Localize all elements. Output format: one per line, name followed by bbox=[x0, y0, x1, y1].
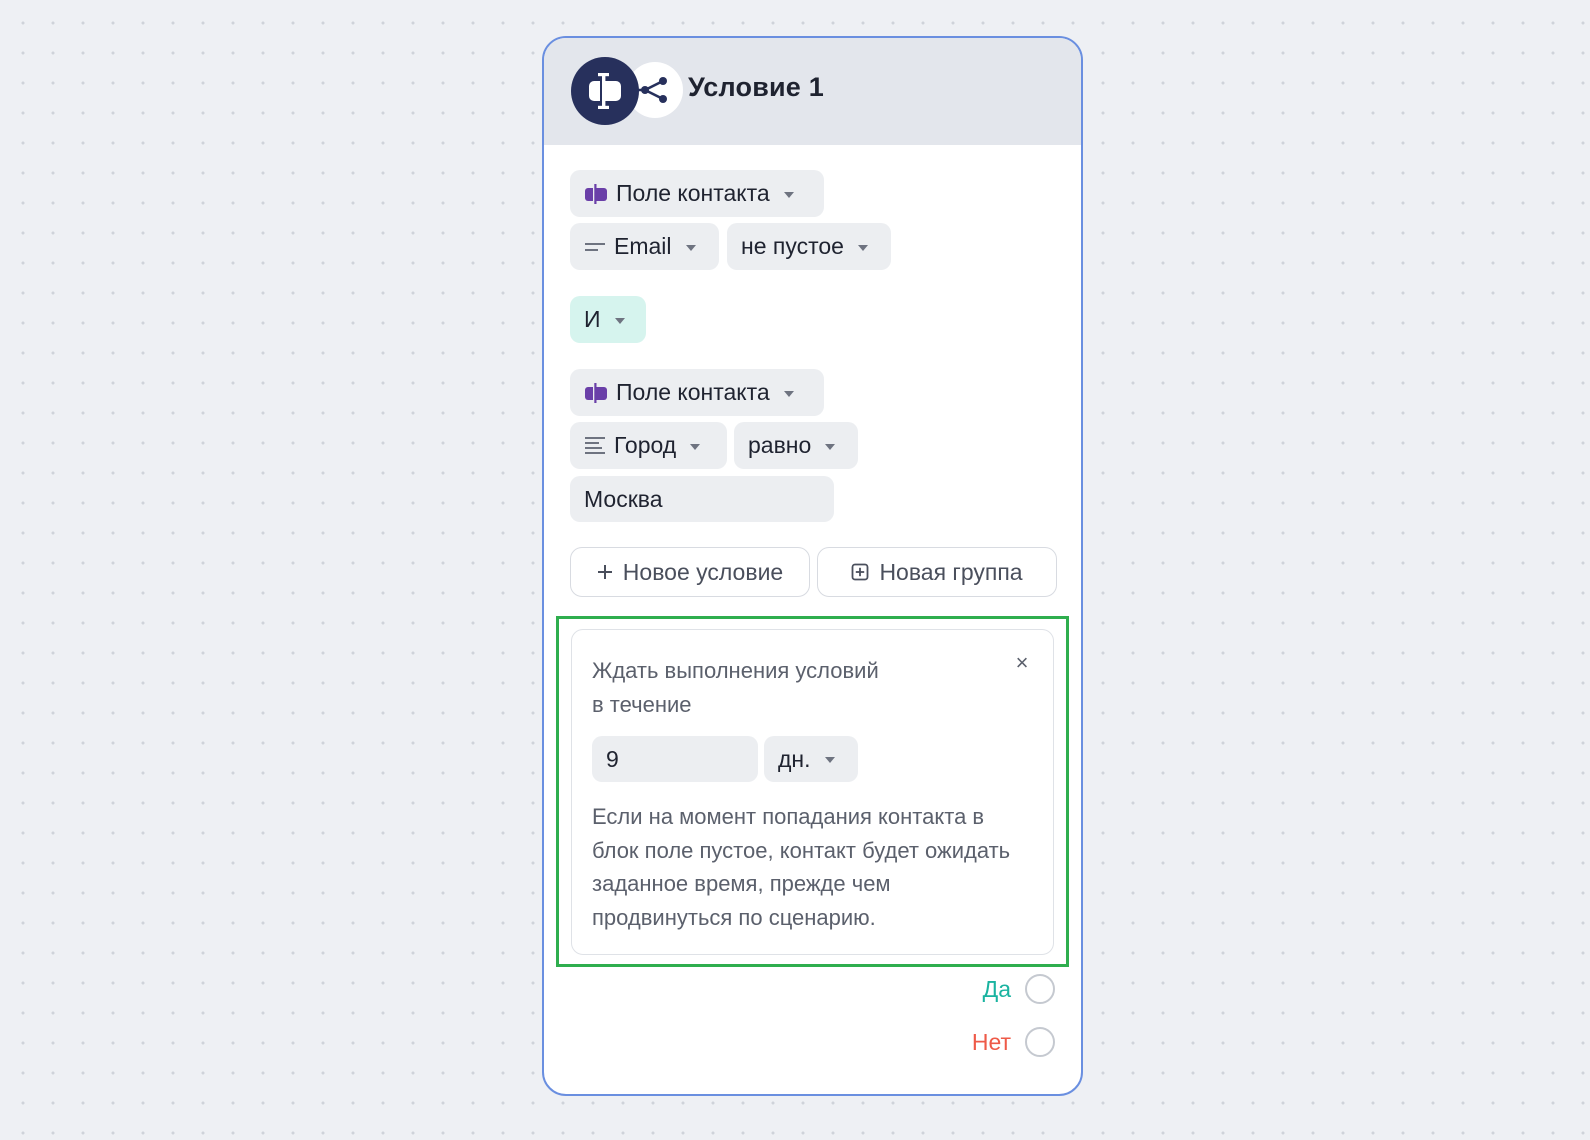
wait-unit-select[interactable]: дн. bbox=[764, 736, 858, 782]
plus-icon bbox=[597, 564, 613, 580]
new-group-button[interactable]: Новая группа bbox=[817, 547, 1057, 597]
new-group-label: Новая группа bbox=[879, 558, 1023, 585]
chevron-down-icon bbox=[614, 317, 625, 324]
chevron-down-icon bbox=[690, 443, 701, 450]
condition-1-operator-select[interactable]: не пустое bbox=[727, 223, 891, 270]
chevron-down-icon bbox=[783, 191, 794, 198]
outlet-yes-label: Да bbox=[982, 975, 1011, 1002]
chevron-down-icon bbox=[685, 244, 696, 251]
chevron-down-icon bbox=[783, 390, 794, 397]
wait-settings-highlight: Ждать выполнения условий в течение × 9 д… bbox=[556, 616, 1069, 967]
field-condition-icon bbox=[584, 183, 608, 205]
short-text-icon bbox=[584, 240, 606, 254]
condition-1-field-select[interactable]: Email bbox=[570, 223, 719, 270]
field-condition-icon bbox=[571, 57, 639, 125]
outlet-no-label: Нет bbox=[971, 1028, 1011, 1055]
logic-operator-select[interactable]: И bbox=[570, 296, 646, 343]
condition-2-operator-label: равно bbox=[748, 432, 812, 458]
chevron-down-icon bbox=[824, 757, 835, 763]
condition-2-source-select[interactable]: Поле контакта bbox=[570, 369, 824, 416]
condition-1-source-select[interactable]: Поле контакта bbox=[570, 170, 824, 217]
wait-amount-input[interactable]: 9 bbox=[592, 736, 758, 782]
node-title[interactable]: Условие 1 bbox=[688, 72, 824, 103]
outlet-yes[interactable]: Да bbox=[983, 974, 1055, 1004]
node-header[interactable]: Условие 1 bbox=[544, 38, 1081, 145]
paragraph-icon bbox=[584, 435, 606, 457]
condition-2-value-input[interactable]: Москва bbox=[570, 476, 834, 522]
outlet-yes-connector[interactable] bbox=[1025, 974, 1055, 1004]
plus-square-icon bbox=[851, 563, 869, 581]
chevron-down-icon bbox=[825, 443, 836, 450]
condition-2-value: Москва bbox=[584, 485, 663, 512]
condition-2-operator-select[interactable]: равно bbox=[734, 422, 858, 469]
condition-1-source-label: Поле контакта bbox=[616, 180, 770, 206]
condition-2-source-label: Поле контакта bbox=[616, 379, 770, 405]
new-condition-button[interactable]: Новое условие bbox=[570, 547, 810, 597]
wait-amount-value: 9 bbox=[606, 745, 619, 772]
condition-1-operator-label: не пустое bbox=[741, 233, 844, 259]
condition-2-field-select[interactable]: Город bbox=[570, 422, 727, 469]
logic-operator-label: И bbox=[584, 306, 601, 332]
wait-description: Если на момент попадания контакта в блок… bbox=[592, 804, 1011, 930]
outlet-no-connector[interactable] bbox=[1025, 1027, 1055, 1057]
new-condition-label: Новое условие bbox=[622, 558, 784, 585]
chevron-down-icon bbox=[857, 244, 868, 251]
field-condition-icon bbox=[584, 382, 608, 404]
wait-title: Ждать выполнения условий в течение bbox=[592, 658, 879, 717]
close-icon[interactable]: × bbox=[1009, 650, 1035, 676]
wait-settings-panel: Ждать выполнения условий в течение × 9 д… bbox=[571, 629, 1054, 955]
condition-1-field-label: Email bbox=[614, 233, 672, 259]
wait-unit-label: дн. bbox=[778, 745, 811, 772]
condition-2-field-label: Город bbox=[614, 432, 677, 458]
outlet-no[interactable]: Нет bbox=[972, 1027, 1055, 1057]
condition-node-card[interactable]: Условие 1 Поле контакта Email не пустое … bbox=[542, 36, 1083, 1096]
